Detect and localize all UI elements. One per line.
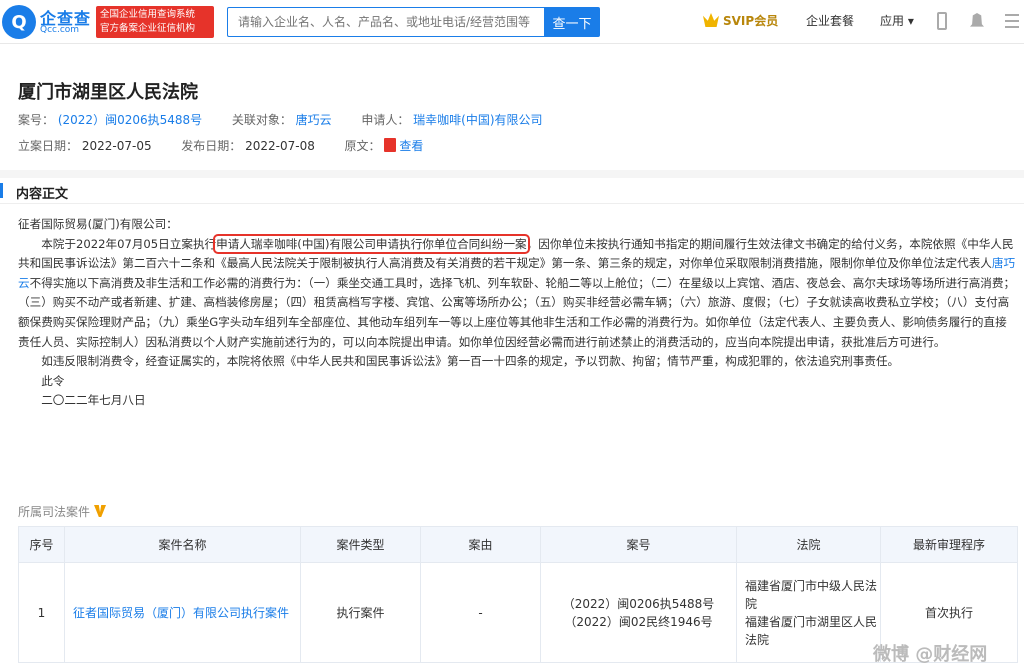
th-procedure: 最新审理程序	[880, 526, 1018, 563]
salutation: 征者国际贸易(厦门)有限公司：	[18, 217, 178, 231]
p1-part-c: 不得实施以下高消费及非生活和工作必需的消费行为：（一）乘坐交通工具时，选择飞机、…	[18, 275, 1016, 349]
filed-date: 2022-07-05	[81, 139, 152, 153]
case-no-1: （2022）闽0206执5488号	[562, 596, 715, 611]
app-menu[interactable]: 应用 ▾	[880, 12, 914, 29]
content-section-title: 内容正文	[16, 187, 69, 202]
section-divider	[0, 170, 1024, 178]
table-header-row: 序号 案件名称 案件类型 案由 案号 法院 最新审理程序	[18, 526, 1018, 563]
cases-table: 序号 案件名称 案件类型 案由 案号 法院 最新审理程序 1 征者国际贸易（厦门…	[18, 526, 1018, 663]
date-meta-row: 立案日期： 2022-07-05 发布日期： 2022-07-08 原文： 查看	[18, 137, 423, 154]
th-type: 案件类型	[300, 526, 421, 563]
credit-badge: 全国企业信用查询系统 官方备案企业征信机构	[96, 6, 214, 38]
original-label: 原文：	[344, 139, 381, 153]
menu-icon[interactable]	[1005, 14, 1019, 28]
top-bar: Q 企查查 Qcc.com 全国企业信用查询系统 官方备案企业征信机构 查一下 …	[0, 0, 1024, 44]
applicant-label: 申请人：	[361, 113, 410, 127]
case-no-label: 案号：	[18, 113, 55, 127]
page-title: 厦门市湖里区人民法院	[18, 82, 198, 103]
court-2: 福建省厦门市湖里区人民法院	[745, 614, 878, 647]
cell-cause: -	[420, 562, 541, 663]
th-cause: 案由	[420, 526, 541, 563]
applicant-link[interactable]: 瑞幸咖啡(中国)有限公司	[413, 113, 542, 127]
p1-part-a: 本院于2022年07月05日立案执行	[41, 236, 217, 251]
cell-name: 征者国际贸易（厦门）有限公司执行案件	[64, 562, 301, 663]
cell-type: 执行案件	[300, 562, 421, 663]
crown-icon	[703, 13, 719, 27]
paragraph-4: 二〇二二年七月八日	[41, 393, 146, 408]
watermark: 微博 @财经网	[873, 644, 988, 665]
cell-no: 1	[18, 562, 65, 663]
paragraph-1: 本院于2022年07月05日立案执行申请人瑞幸咖啡(中国)有限公司申请执行你单位…	[18, 233, 1018, 353]
qcc-logo[interactable]: Q 企查查 Qcc.com	[2, 3, 102, 41]
case-name-link[interactable]: 征者国际贸易（厦门）有限公司执行案件	[73, 606, 289, 620]
search-button[interactable]: 查一下	[544, 7, 600, 37]
phone-icon[interactable]	[937, 12, 947, 30]
section-accent	[0, 183, 3, 198]
package-link[interactable]: 企业套餐	[806, 12, 854, 29]
search-input[interactable]	[227, 7, 545, 37]
case-no-link[interactable]: (2022）闽0206执5488号	[58, 113, 202, 127]
filed-label: 立案日期：	[18, 139, 79, 153]
section-underline	[0, 203, 1024, 204]
th-name: 案件名称	[64, 526, 301, 563]
published-label: 发布日期：	[181, 139, 242, 153]
paragraph-3: 此令	[41, 373, 65, 388]
badge-line-2: 官方备案企业征信机构	[100, 23, 196, 34]
view-original-link[interactable]: 查看	[399, 139, 423, 153]
paragraph-2: 如违反限制消费令，经查证属实的，本院将依照《中华人民共和国民事诉讼法》第一百一十…	[41, 354, 900, 369]
court-1: 福建省厦门市中级人民法院	[745, 578, 878, 611]
related-label: 关联对象：	[231, 113, 292, 127]
cases-label-text: 所属司法案件	[18, 505, 91, 519]
th-no: 序号	[18, 526, 65, 563]
bell-icon[interactable]	[970, 13, 984, 27]
published-date: 2022-07-08	[245, 139, 315, 153]
case-meta-row: 案号： (2022）闽0206执5488号 关联对象： 唐巧云 申请人： 瑞幸咖…	[18, 111, 543, 128]
cell-court: 福建省厦门市中级人民法院 福建省厦门市湖里区人民法院	[736, 562, 881, 663]
th-court: 法院	[736, 526, 881, 563]
vip-icon	[94, 505, 107, 517]
cell-case-no: （2022）闽0206执5488号 （2022）闽02民终1946号	[540, 562, 737, 663]
cases-section-label: 所属司法案件	[18, 503, 107, 520]
svip-label: SVIP会员	[723, 14, 779, 28]
badge-line-1: 全国企业信用查询系统	[100, 9, 196, 20]
table-row: 1 征者国际贸易（厦门）有限公司执行案件 执行案件 - （2022）闽0206执…	[18, 562, 1018, 663]
document-body: 征者国际贸易(厦门)有限公司： 本院于2022年07月05日立案执行申请人瑞幸咖…	[18, 215, 1018, 411]
highlighted-clause: 申请人瑞幸咖啡(中国)有限公司申请执行你单位合同纠纷一案	[213, 233, 530, 254]
pdf-icon	[384, 138, 397, 152]
logo-domain: Qcc.com	[40, 25, 80, 35]
svip-link[interactable]: SVIP会员	[703, 12, 778, 29]
case-no-2: （2022）闽02民终1946号	[564, 614, 713, 629]
logo-icon: Q	[2, 5, 36, 39]
related-link[interactable]: 唐巧云	[296, 113, 332, 127]
th-case-no: 案号	[540, 526, 737, 563]
